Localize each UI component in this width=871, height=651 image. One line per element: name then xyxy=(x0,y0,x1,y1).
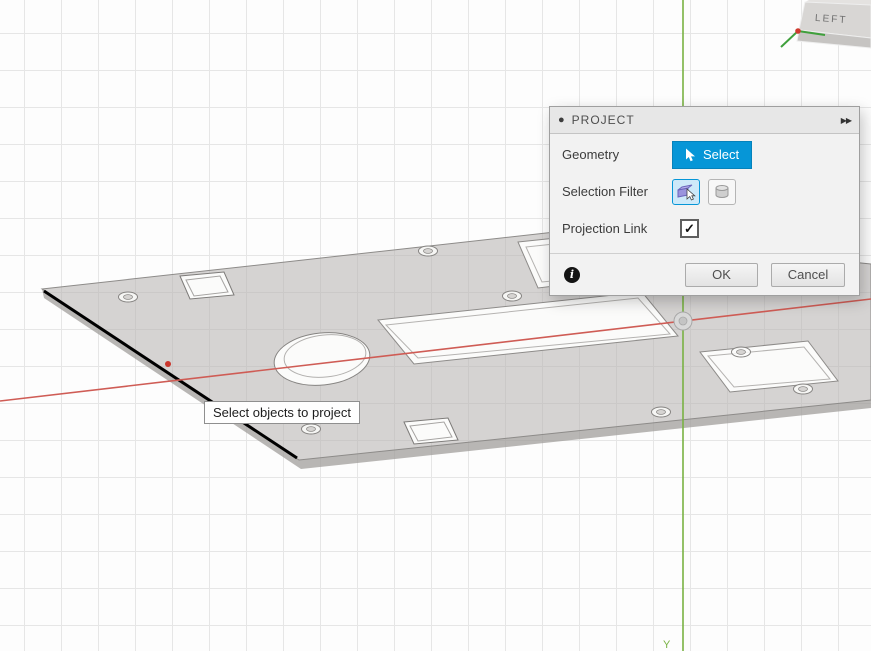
selection-filter-label: Selection Filter xyxy=(562,184,672,199)
view-cube-axis-leg xyxy=(781,31,798,47)
viewport[interactable]: Y Select objects to project ● PROJECT ▶▶… xyxy=(0,0,871,651)
dialog-body: Geometry Select Selection Filter xyxy=(550,134,859,247)
checkmark-icon: ✓ xyxy=(684,222,695,235)
cancel-button[interactable]: Cancel xyxy=(771,263,845,287)
hole-small xyxy=(419,246,438,256)
y-axis-label: Y xyxy=(663,639,671,651)
projection-link-label: Projection Link xyxy=(562,221,672,236)
select-button-label: Select xyxy=(703,147,739,162)
geometry-row: Geometry Select xyxy=(562,136,847,173)
projection-link-checkbox[interactable]: ✓ xyxy=(680,219,699,238)
status-tooltip: Select objects to project xyxy=(204,401,360,424)
hole-small xyxy=(732,347,751,357)
view-cube[interactable]: LEFT xyxy=(779,0,871,60)
dialog-title-bar[interactable]: ● PROJECT ▶▶ xyxy=(550,107,859,134)
cutout-square-bottom xyxy=(404,418,458,444)
body-cylinder-icon xyxy=(713,183,731,201)
axis-edge-point xyxy=(165,361,171,367)
dialog-title: PROJECT xyxy=(572,113,635,127)
hole-small xyxy=(652,407,671,417)
hole-small xyxy=(119,292,138,302)
hole-small xyxy=(503,291,522,301)
geometry-label: Geometry xyxy=(562,147,672,162)
cutout-square-top-left xyxy=(180,272,234,299)
geometry-select-button[interactable]: Select xyxy=(672,141,752,169)
specified-entities-filter-button[interactable] xyxy=(672,179,700,205)
scene-3d[interactable]: Y xyxy=(0,0,871,651)
view-cube-face-label: LEFT xyxy=(815,13,848,26)
selection-filter-row: Selection Filter xyxy=(562,173,847,210)
cursor-icon xyxy=(685,148,696,162)
hole-small xyxy=(302,424,321,434)
view-cube-x-axis-dot xyxy=(795,28,801,34)
project-dialog: ● PROJECT ▶▶ Geometry Select Selection F… xyxy=(549,106,860,296)
expand-panel-icon[interactable]: ▶▶ xyxy=(841,116,851,125)
tooltip-text: Select objects to project xyxy=(213,405,351,420)
dialog-handle-icon: ● xyxy=(558,115,565,126)
specified-entities-icon xyxy=(676,183,696,201)
projection-link-row: Projection Link ✓ xyxy=(562,210,847,247)
origin-point[interactable] xyxy=(674,312,692,330)
info-glyph: i xyxy=(570,268,574,281)
info-icon[interactable]: i xyxy=(564,267,580,283)
hole-small xyxy=(794,384,813,394)
dialog-footer: i OK Cancel xyxy=(550,253,859,295)
ok-button[interactable]: OK xyxy=(685,263,758,287)
bodies-filter-button[interactable] xyxy=(708,179,736,205)
